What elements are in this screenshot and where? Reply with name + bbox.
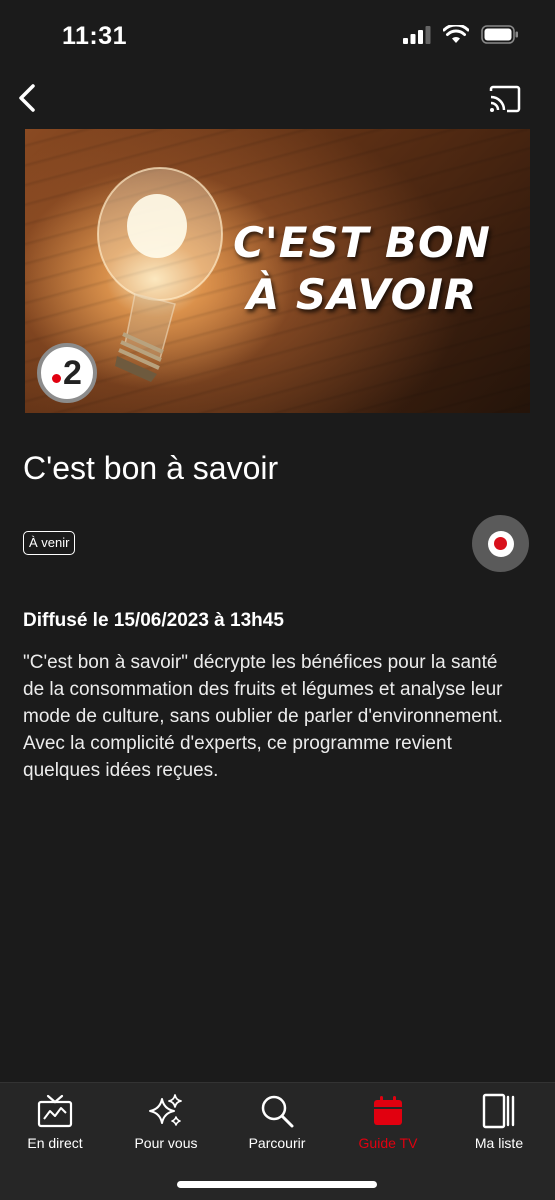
record-icon: [487, 530, 514, 557]
sparkles-icon: [149, 1094, 182, 1126]
tab-label: Ma liste: [474, 1135, 524, 1151]
cast-icon: [489, 85, 521, 113]
tab-guide-tv[interactable]: Guide TV: [338, 1091, 438, 1151]
cast-button[interactable]: [485, 82, 525, 116]
tab-bar: En direct Pour vous Parcourir Guide TV M…: [0, 1082, 555, 1200]
channel-logo-dot: [52, 373, 62, 383]
tab-label: Pour vous: [134, 1135, 198, 1151]
tab-label: Guide TV: [358, 1135, 418, 1151]
hero-image-title: C'EST BON À SAVOIR: [233, 218, 491, 319]
top-nav: [0, 78, 555, 120]
tab-parcourir[interactable]: Parcourir: [227, 1091, 327, 1151]
tab-label: Parcourir: [248, 1135, 306, 1151]
tab-label: En direct: [27, 1135, 83, 1151]
tab-en-direct[interactable]: En direct: [5, 1091, 105, 1151]
program-description: "C'est bon à savoir" décrypte les bénéfi…: [23, 652, 503, 781]
home-indicator[interactable]: [177, 1181, 377, 1188]
back-button[interactable]: [10, 78, 44, 118]
chevron-left-icon: [19, 84, 35, 112]
status-time: 11:31: [62, 22, 128, 50]
calendar-icon: [374, 1096, 402, 1125]
tv-icon: [37, 1094, 73, 1128]
tab-ma-liste[interactable]: Ma liste: [449, 1091, 549, 1151]
search-icon: [261, 1095, 294, 1128]
program-title: C'est bon à savoir: [23, 450, 279, 486]
battery-icon: [481, 25, 518, 44]
record-button[interactable]: [472, 515, 529, 572]
library-icon: [482, 1093, 515, 1129]
status-bar: 11:31: [0, 0, 555, 70]
status-badge: À venir: [23, 531, 76, 555]
channel-logo: 2: [37, 343, 97, 403]
cellular-signal-icon: [403, 25, 431, 44]
status-icons: [403, 25, 519, 44]
program-hero-image: C'EST BON À SAVOIR 2: [25, 129, 530, 413]
airing-date: Diffusé le 15/06/2023 à 13h45: [23, 610, 284, 631]
wifi-icon: [443, 25, 469, 43]
tab-pour-vous[interactable]: Pour vous: [116, 1091, 216, 1151]
